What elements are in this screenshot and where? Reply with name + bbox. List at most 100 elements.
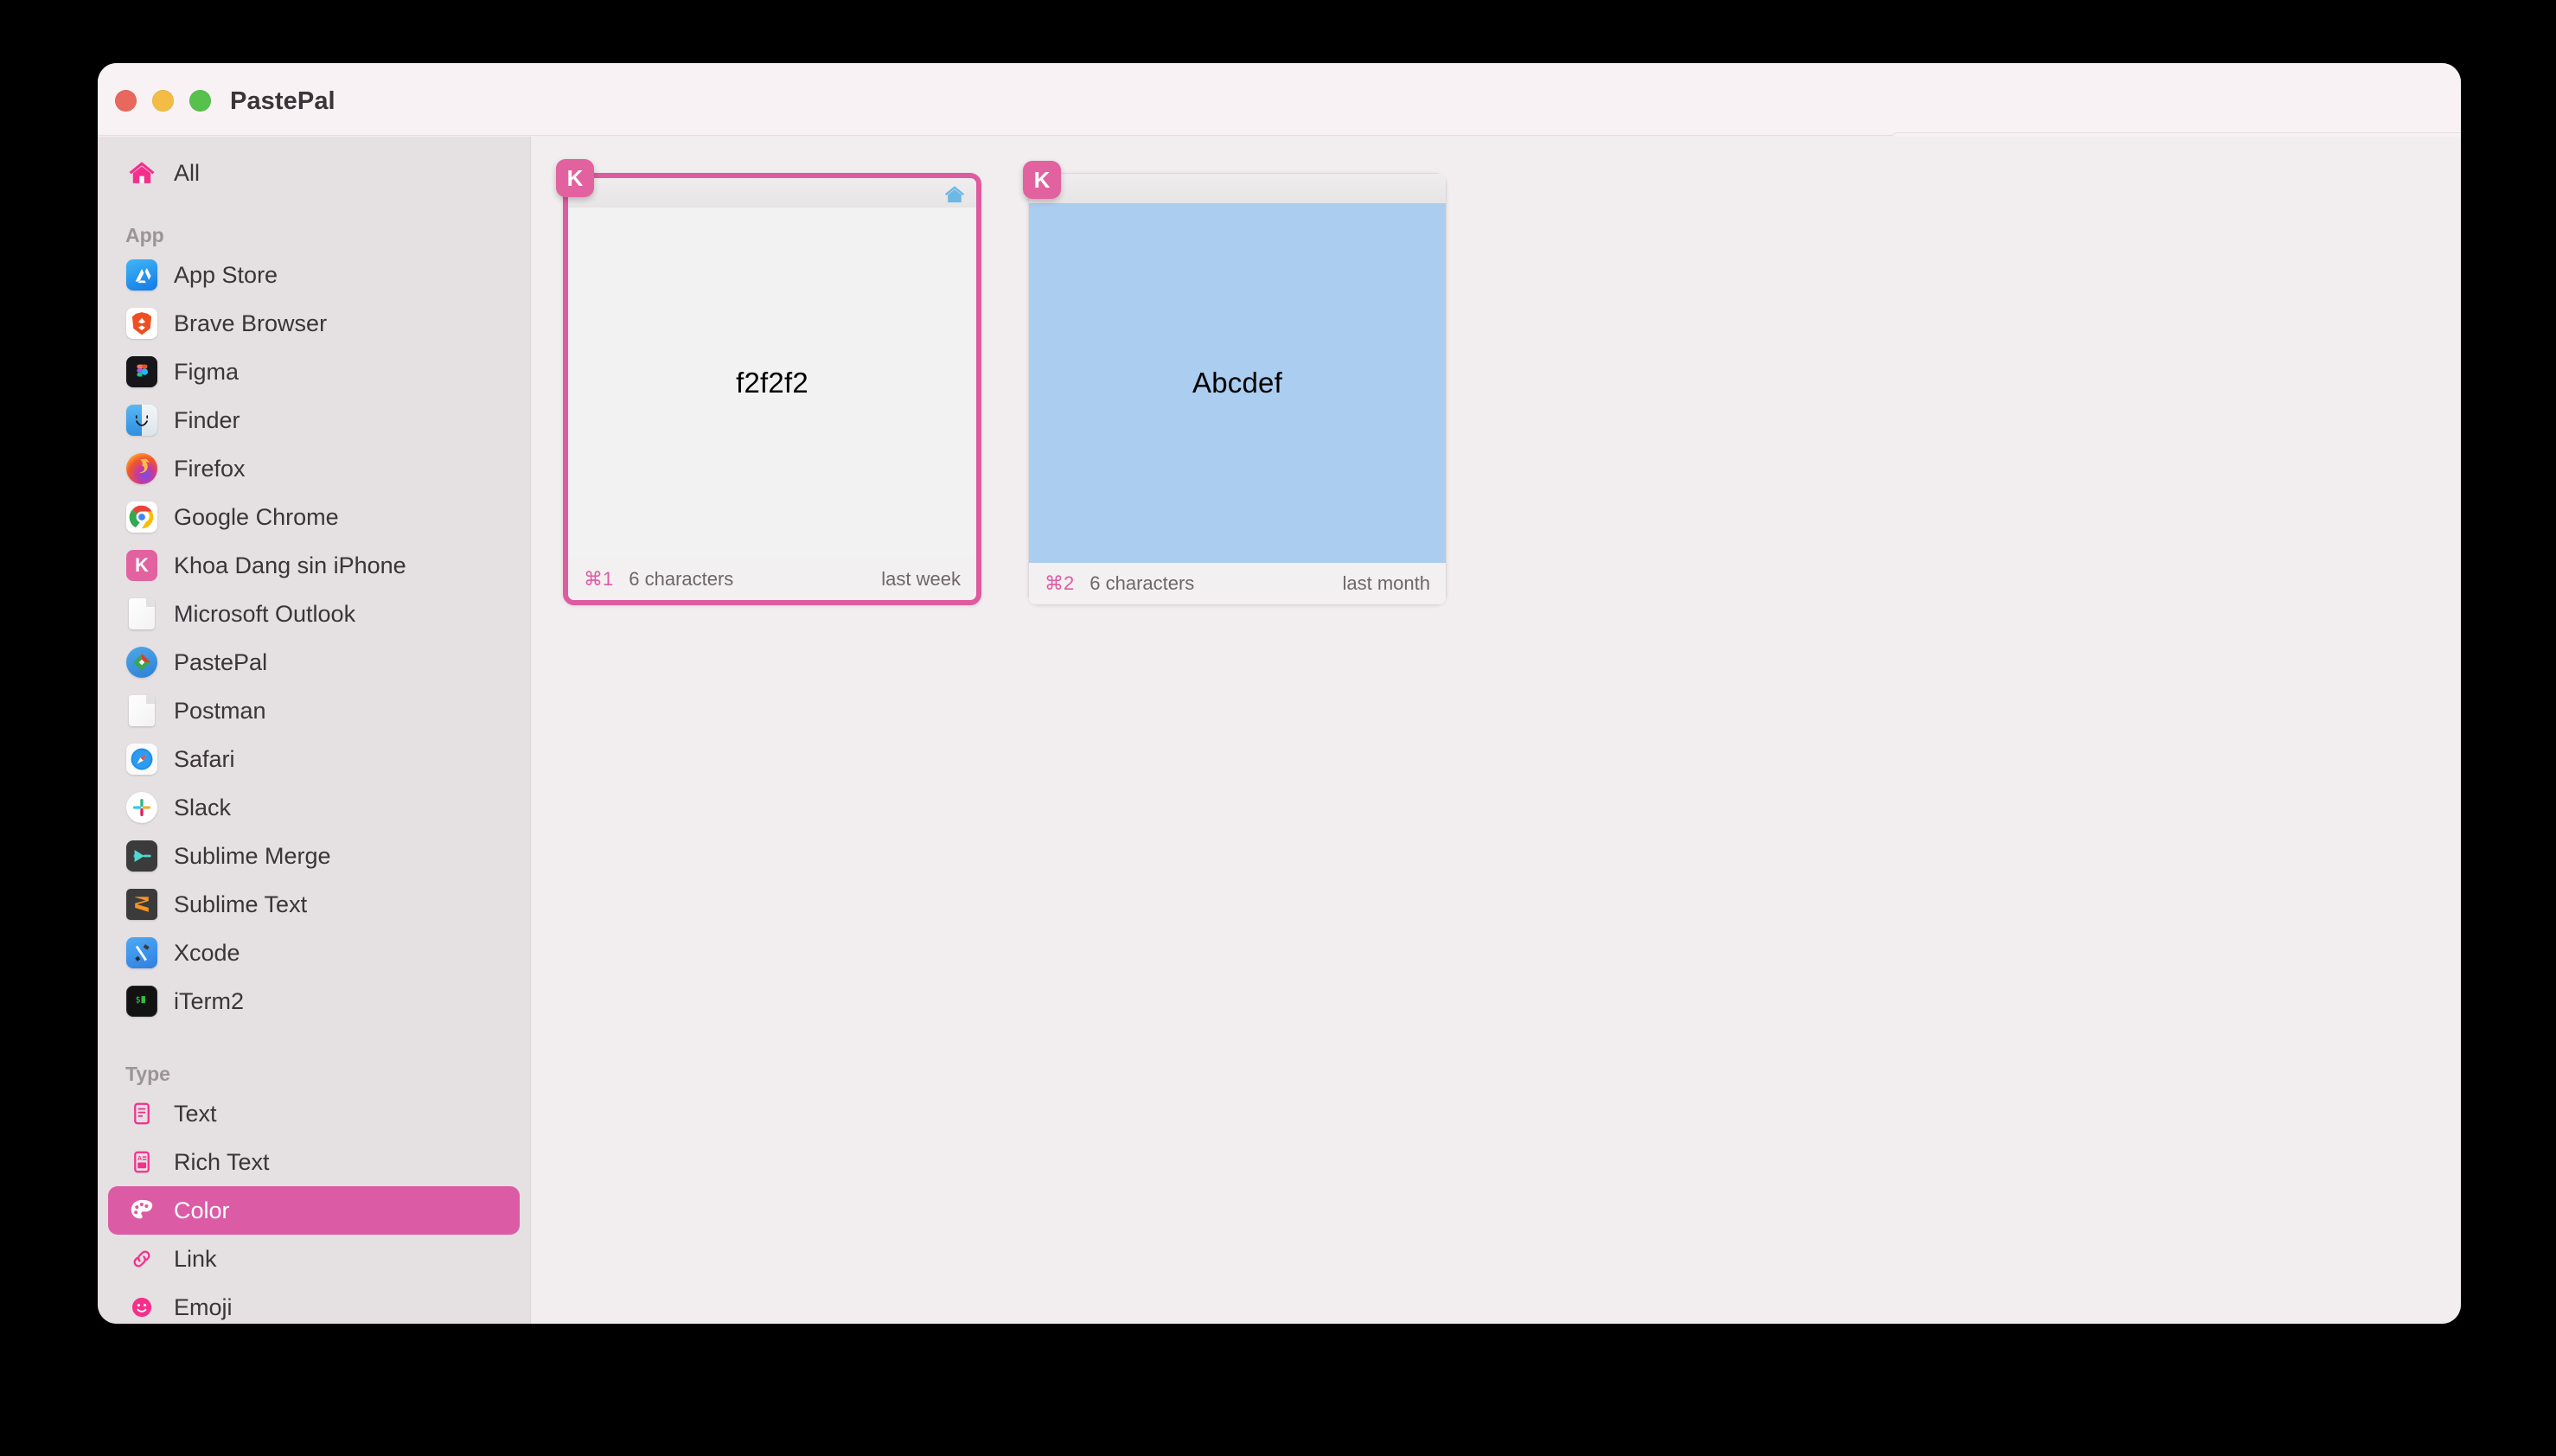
app-window: PastePal All <box>98 63 2461 1324</box>
figma-icon <box>125 355 158 388</box>
timestamp: last week <box>881 568 961 590</box>
home-icon <box>125 156 158 189</box>
svg-text:A: A <box>137 1154 142 1162</box>
sidebar-item-safari[interactable]: Safari <box>108 735 520 783</box>
card-inner: f2f2f2 ⌘1 6 characters last week <box>568 178 976 600</box>
svg-text:$: $ <box>136 996 141 1006</box>
slack-icon-glyph <box>132 798 151 817</box>
shortcut-badge: ⌘2 <box>1045 572 1075 594</box>
text-icon-glyph <box>134 1102 150 1125</box>
sidebar-item-xcode[interactable]: Xcode <box>108 929 520 977</box>
safari-icon-glyph <box>131 748 153 770</box>
color-swatch: f2f2f2 <box>568 208 976 559</box>
sidebar-item-label: Brave Browser <box>174 310 328 336</box>
sublime-text-icon-glyph <box>135 897 149 912</box>
sidebar-item-label: All <box>174 159 201 186</box>
firefox-icon <box>125 452 158 485</box>
finder-icon-glyph <box>135 415 149 426</box>
sidebar-item-link[interactable]: Link <box>108 1235 520 1283</box>
sublime-text-icon <box>125 888 158 921</box>
sidebar-item-label: Sublime Merge <box>174 842 331 869</box>
sidebar-item-color[interactable]: Color <box>108 1186 520 1235</box>
sidebar-item-label: Sublime Text <box>174 891 308 917</box>
sidebar-item-pastepal[interactable]: PastePal <box>108 638 520 686</box>
link-icon-glyph <box>133 1250 150 1268</box>
sidebar-item-emoji[interactable]: Emoji <box>108 1283 520 1324</box>
sidebar-item-label: Figma <box>174 358 240 385</box>
sidebar-item-label: iTerm2 <box>174 987 245 1014</box>
minimize-window-button[interactable] <box>152 90 174 112</box>
home-icon-glyph <box>944 186 965 203</box>
xcode-icon-glyph <box>135 944 150 961</box>
character-count: 6 characters <box>629 568 734 590</box>
clipboard-card[interactable]: K f2f2f2 ⌘1 6 characters last week <box>556 159 981 605</box>
safari-icon <box>125 743 158 776</box>
close-window-button[interactable] <box>115 90 137 112</box>
sidebar-item-sublime-text[interactable]: Sublime Text <box>108 880 520 929</box>
iterm2-icon-glyph: $ <box>136 996 145 1006</box>
sidebar-item-all[interactable]: All <box>108 149 520 197</box>
rich-text-icon-glyph: A <box>134 1151 150 1173</box>
source-app-badge: K <box>1023 161 1061 199</box>
card-header <box>568 178 976 208</box>
sidebar-item-firefox[interactable]: Firefox <box>108 444 520 493</box>
card-header <box>1029 174 1446 203</box>
brave-browser-icon-glyph <box>131 312 152 335</box>
sublime-merge-icon <box>125 840 158 872</box>
sidebar-section-header-type: Type <box>125 1063 170 1085</box>
sidebar-item-rich-text[interactable]: A Rich Text <box>108 1138 520 1186</box>
sidebar-item-app-store[interactable]: App Store <box>108 251 520 299</box>
sidebar[interactable]: All App App Store Brave Browser Figma Fi… <box>98 137 531 1324</box>
color-swatch: Abcdef <box>1029 203 1446 563</box>
sidebar-item-label: Postman <box>174 697 266 724</box>
sidebar-item-label: Xcode <box>174 939 240 966</box>
clipboard-card[interactable]: K Abcdef ⌘2 6 characters last month <box>1023 161 1447 605</box>
color-value-text: Abcdef <box>1192 367 1282 399</box>
sidebar-item-sublime-merge[interactable]: Sublime Merge <box>108 832 520 880</box>
sidebar-item-label: Color <box>174 1197 230 1223</box>
app-store-icon-glyph <box>135 268 151 284</box>
character-count: 6 characters <box>1089 572 1195 594</box>
sidebar-item-label: App Store <box>174 261 278 288</box>
sidebar-item-label: Rich Text <box>174 1148 270 1175</box>
sidebar-item-label: Khoa Dang sin iPhone <box>174 552 406 578</box>
link-icon <box>125 1242 158 1275</box>
sidebar-item-google-chrome[interactable]: Google Chrome <box>108 493 520 541</box>
generic-document-icon <box>125 694 158 727</box>
sidebar-item-label: Emoji <box>174 1293 233 1320</box>
sidebar-item-postman[interactable]: Postman <box>108 686 520 735</box>
sidebar-item-label: Google Chrome <box>174 503 339 530</box>
sidebar-item-khoa-dang-sin-iphone[interactable]: K Khoa Dang sin iPhone <box>108 541 520 590</box>
generic-document-icon <box>125 597 158 630</box>
sidebar-item-iterm2[interactable]: $ iTerm2 <box>108 977 520 1025</box>
sidebar-item-label: PastePal <box>174 648 268 675</box>
card-footer: ⌘2 6 characters last month <box>1029 563 1446 604</box>
emoji-icon <box>125 1291 158 1324</box>
xcode-icon <box>125 936 158 969</box>
home-icon[interactable] <box>943 183 966 210</box>
clipboard-items-grid: K f2f2f2 ⌘1 6 characters last week K Abc… <box>532 137 2461 1324</box>
text-icon <box>125 1097 158 1130</box>
sidebar-item-finder[interactable]: Finder <box>108 396 520 444</box>
google-chrome-icon-glyph <box>129 505 154 529</box>
sidebar-item-label: Finder <box>174 406 240 433</box>
slack-icon <box>125 791 158 824</box>
sidebar-item-brave-browser[interactable]: Brave Browser <box>108 299 520 348</box>
emoji-icon-glyph <box>131 1297 152 1318</box>
sidebar-item-microsoft-outlook[interactable]: Microsoft Outlook <box>108 590 520 638</box>
figma-icon-glyph <box>137 364 149 377</box>
timestamp: last month <box>1342 572 1431 594</box>
sidebar-item-slack[interactable]: Slack <box>108 783 520 832</box>
window-title: PastePal <box>230 87 335 115</box>
sidebar-section-header-app: App <box>125 224 164 246</box>
titlebar: PastePal <box>98 63 2461 136</box>
iphone-avatar-icon: K <box>125 549 158 582</box>
google-chrome-icon <box>125 501 158 533</box>
sidebar-item-text[interactable]: Text <box>108 1089 520 1138</box>
sublime-merge-icon-glyph <box>133 849 151 863</box>
finder-icon <box>125 404 158 437</box>
sidebar-item-label: Safari <box>174 745 235 772</box>
sidebar-item-figma[interactable]: Figma <box>108 348 520 396</box>
palette-icon-glyph <box>131 1199 153 1219</box>
maximize-window-button[interactable] <box>189 90 211 112</box>
